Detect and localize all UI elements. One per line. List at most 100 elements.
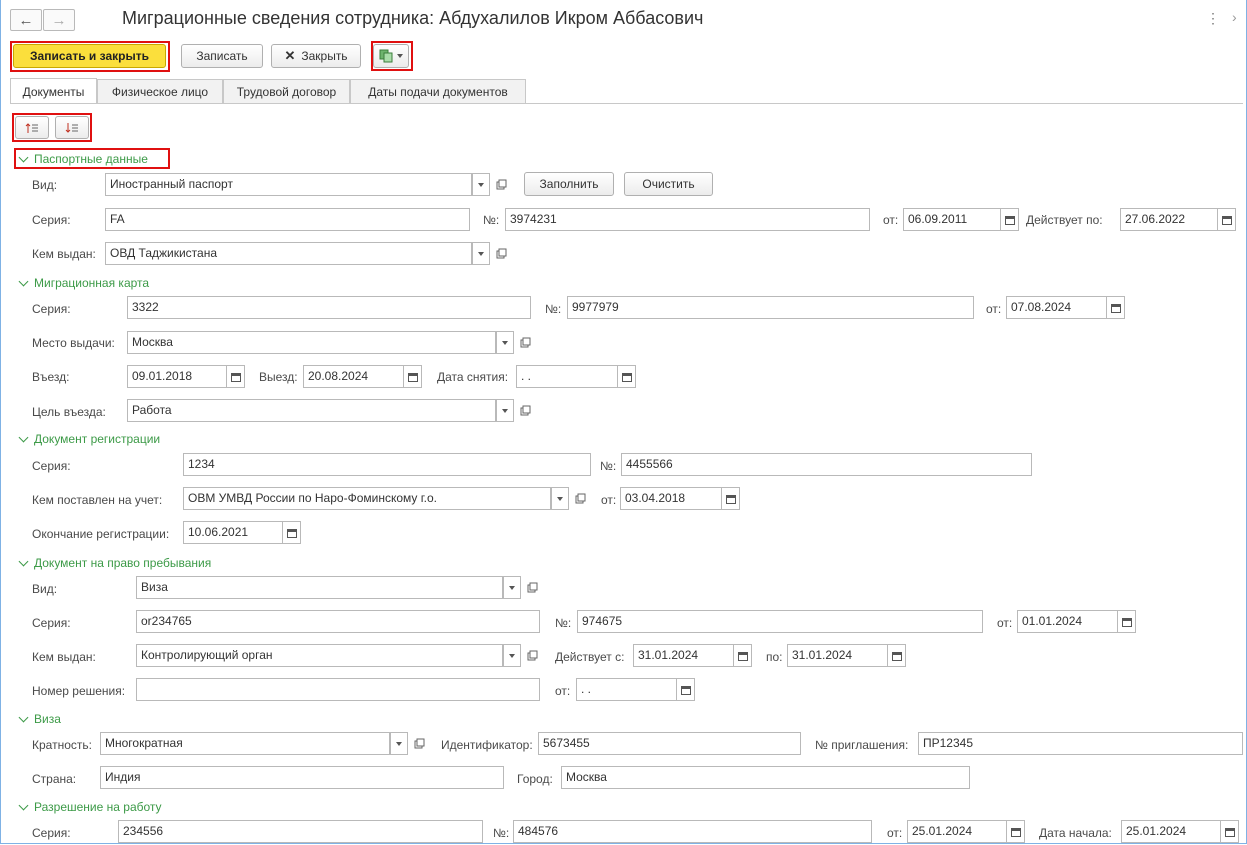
calendar-icon bbox=[737, 651, 748, 661]
purpose-open-button[interactable] bbox=[516, 399, 534, 422]
section-work-permit-title: Разрешение на работу bbox=[34, 800, 162, 814]
migration-place-dropdown[interactable] bbox=[496, 331, 514, 354]
calendar-button[interactable] bbox=[227, 365, 245, 388]
calendar-icon bbox=[1121, 617, 1132, 627]
stay-series-field[interactable]: or234765 bbox=[136, 610, 540, 633]
stay-type-open-button[interactable] bbox=[523, 576, 541, 599]
visa-country-field[interactable]: Индия bbox=[100, 766, 504, 789]
passport-issued-field[interactable]: ОВД Таджикистана bbox=[105, 242, 472, 265]
entry-label: Въезд: bbox=[32, 370, 70, 384]
calendar-button[interactable] bbox=[734, 644, 752, 667]
calendar-icon bbox=[725, 494, 736, 504]
work-from-field[interactable]: 25.01.2024 bbox=[907, 820, 1007, 843]
stay-issued-dropdown[interactable] bbox=[503, 644, 521, 667]
work-number-field[interactable]: 484576 bbox=[513, 820, 872, 843]
calendar-button[interactable] bbox=[1107, 296, 1125, 319]
tab-person[interactable]: Физическое лицо bbox=[97, 79, 223, 103]
visa-multiplicity-open-button[interactable] bbox=[410, 732, 428, 755]
visa-id-field[interactable]: 5673455 bbox=[538, 732, 801, 755]
passport-issued-dropdown[interactable] bbox=[472, 242, 490, 265]
registration-from-label: от: bbox=[601, 493, 617, 507]
stay-to-field[interactable]: 31.01.2024 bbox=[787, 644, 888, 667]
migration-from-field[interactable]: 07.08.2024 bbox=[1006, 296, 1107, 319]
stay-valid-from-label: Действует с: bbox=[555, 650, 625, 664]
stay-type-field[interactable]: Виза bbox=[136, 576, 503, 599]
calendar-icon bbox=[1224, 827, 1235, 837]
work-series-field[interactable]: 234556 bbox=[118, 820, 483, 843]
calendar-button[interactable] bbox=[888, 644, 906, 667]
removal-date-field[interactable]: . . bbox=[516, 365, 618, 388]
visa-city-field[interactable]: Москва bbox=[561, 766, 970, 789]
passport-issued-open-button[interactable] bbox=[492, 242, 510, 265]
expand-icon[interactable]: › bbox=[1232, 9, 1237, 25]
decision-number-field[interactable] bbox=[136, 678, 540, 701]
fill-button[interactable]: Заполнить bbox=[524, 172, 614, 196]
save-button[interactable]: Записать bbox=[181, 44, 263, 68]
generate-documents-button[interactable] bbox=[373, 44, 409, 68]
passport-number-field[interactable]: 3974231 bbox=[505, 208, 870, 231]
expand-all-button[interactable] bbox=[55, 116, 89, 139]
migration-series-field[interactable]: 3322 bbox=[127, 296, 531, 319]
section-visa[interactable]: Виза bbox=[17, 712, 61, 726]
calendar-button[interactable] bbox=[618, 365, 636, 388]
passport-from-field[interactable]: 06.09.2011 bbox=[903, 208, 1001, 231]
section-stay[interactable]: Документ на право пребывания bbox=[17, 556, 211, 570]
calendar-button[interactable] bbox=[283, 521, 301, 544]
calendar-button[interactable] bbox=[1221, 820, 1239, 843]
more-menu-icon[interactable]: ⋮ bbox=[1206, 10, 1220, 27]
passport-valid-field[interactable]: 27.06.2022 bbox=[1120, 208, 1218, 231]
entry-field[interactable]: 09.01.2018 bbox=[127, 365, 227, 388]
passport-type-dropdown[interactable] bbox=[472, 173, 490, 196]
registration-end-field[interactable]: 10.06.2021 bbox=[183, 521, 283, 544]
calendar-button[interactable] bbox=[1118, 610, 1136, 633]
calendar-button[interactable] bbox=[677, 678, 695, 701]
stay-type-dropdown[interactable] bbox=[503, 576, 521, 599]
migration-number-field[interactable]: 9977979 bbox=[567, 296, 974, 319]
passport-type-open-button[interactable] bbox=[492, 173, 510, 196]
stay-issued-open-button[interactable] bbox=[523, 644, 541, 667]
visa-invite-field[interactable]: ПР12345 bbox=[918, 732, 1243, 755]
registration-series-field[interactable]: 1234 bbox=[183, 453, 591, 476]
close-button[interactable]: ✕ Закрыть bbox=[271, 44, 361, 68]
registration-by-dropdown[interactable] bbox=[551, 487, 569, 510]
calendar-button[interactable] bbox=[1218, 208, 1236, 231]
stay-from-field[interactable]: 01.01.2024 bbox=[1017, 610, 1118, 633]
calendar-button[interactable] bbox=[722, 487, 740, 510]
calendar-button[interactable] bbox=[404, 365, 422, 388]
registration-by-open-button[interactable] bbox=[571, 487, 589, 510]
stay-number-field[interactable]: 974675 bbox=[577, 610, 983, 633]
decision-from-label: от: bbox=[555, 684, 571, 698]
stay-issued-field[interactable]: Контролирующий орган bbox=[136, 644, 503, 667]
migration-place-open-button[interactable] bbox=[516, 331, 534, 354]
stay-valid-from-field[interactable]: 31.01.2024 bbox=[633, 644, 734, 667]
work-start-field[interactable]: 25.01.2024 bbox=[1121, 820, 1221, 843]
tab-contract[interactable]: Трудовой договор bbox=[223, 79, 350, 103]
tab-submission-dates[interactable]: Даты подачи документов bbox=[350, 79, 526, 103]
calendar-button[interactable] bbox=[1001, 208, 1019, 231]
registration-number-field[interactable]: 4455566 bbox=[621, 453, 1032, 476]
section-migration-card[interactable]: Миграционная карта bbox=[17, 276, 149, 290]
purpose-field[interactable]: Работа bbox=[127, 399, 496, 422]
open-window-icon bbox=[527, 650, 537, 661]
purpose-dropdown[interactable] bbox=[496, 399, 514, 422]
exit-field[interactable]: 20.08.2024 bbox=[303, 365, 404, 388]
save-and-close-button[interactable]: Записать и закрыть bbox=[13, 44, 166, 68]
forward-button[interactable]: → bbox=[43, 9, 75, 31]
decision-from-field[interactable]: . . bbox=[576, 678, 677, 701]
tab-documents[interactable]: Документы bbox=[10, 78, 97, 104]
visa-multiplicity-field[interactable]: Многократная bbox=[100, 732, 390, 755]
back-button[interactable]: ← bbox=[10, 9, 42, 31]
passport-type-field[interactable]: Иностранный паспорт bbox=[105, 173, 472, 196]
registration-from-field[interactable]: 03.04.2018 bbox=[620, 487, 722, 510]
calendar-button[interactable] bbox=[1007, 820, 1025, 843]
visa-multiplicity-dropdown[interactable] bbox=[390, 732, 408, 755]
collapse-all-button[interactable] bbox=[15, 116, 49, 139]
section-work-permit[interactable]: Разрешение на работу bbox=[17, 800, 162, 814]
registration-by-field[interactable]: ОВМ УМВД России по Наро-Фоминскому г.о. bbox=[183, 487, 551, 510]
passport-series-field[interactable]: FA bbox=[105, 208, 470, 231]
migration-place-field[interactable]: Москва bbox=[127, 331, 496, 354]
clear-button[interactable]: Очистить bbox=[624, 172, 713, 196]
section-passport[interactable]: Паспортные данные bbox=[17, 152, 148, 166]
section-registration[interactable]: Документ регистрации bbox=[17, 432, 160, 446]
open-window-icon bbox=[414, 738, 424, 749]
